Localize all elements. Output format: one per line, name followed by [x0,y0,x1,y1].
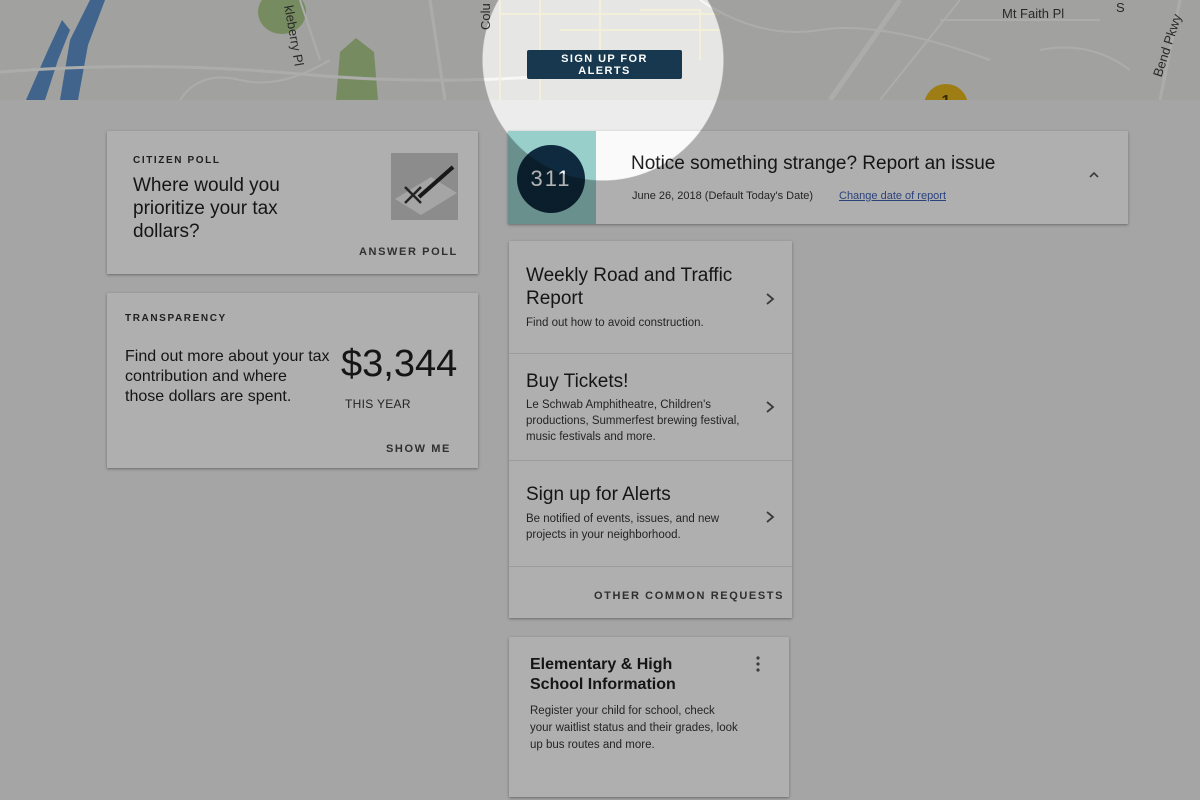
poll-overline: CITIZEN POLL [133,155,221,166]
poll-ballot-image [391,153,458,220]
answer-poll-button[interactable]: ANSWER POLL [359,246,458,258]
show-me-button[interactable]: SHOW ME [386,443,451,455]
more-vert-icon[interactable] [753,655,763,673]
transparency-description: Find out more about your tax contributio… [125,348,330,405]
service-description: Find out how to avoid construction. [526,317,704,329]
service-item-buy-tickets[interactable]: Buy Tickets! Le Schwab Amphitheatre, Chi… [509,353,792,461]
page: kleberry Pl Colu Mt Faith Pl Bend Pkwy S… [0,0,1200,800]
report-date: June 26, 2018 (Default Today's Date) [632,190,814,202]
service-title: Weekly Road and Traffic Report [526,265,733,309]
school-info-card[interactable]: Elementary & High School Information Reg… [509,637,789,797]
service-item-sign-up-alerts[interactable]: Sign up for Alerts Be notified of events… [509,460,792,567]
chevron-right-icon [766,401,775,413]
ballot-pen-icon [391,153,458,220]
badge-311: 311 [517,145,585,213]
services-card: Weekly Road and Traffic Report Find out … [509,241,792,618]
school-description: Register your child for school, check yo… [530,705,738,751]
school-title: Elementary & High School Information [530,656,676,693]
chevron-right-icon [766,293,775,305]
service-title: Sign up for Alerts [526,484,671,505]
tax-amount: $3,344 [341,343,458,385]
chevron-up-icon[interactable] [1088,169,1100,181]
service-description: Le Schwab Amphitheatre, Children's produ… [526,399,740,443]
chevron-right-icon [766,511,775,523]
tax-amount-caption: THIS YEAR [345,397,411,411]
change-date-link[interactable]: Change date of report [839,190,946,202]
street-label: Colu [478,3,493,30]
service-title: Buy Tickets! [526,371,629,392]
other-requests-button[interactable]: OTHER COMMON REQUESTS [594,590,784,602]
service-item-road-report[interactable]: Weekly Road and Traffic Report Find out … [509,241,792,354]
report-issue-card[interactable]: 311 Notice something strange? Report an … [508,131,1128,224]
service-description: Be notified of events, issues, and new p… [526,513,720,541]
street-label: S [1116,0,1125,15]
notice-title: Notice something strange? Report an issu… [631,153,996,174]
citizen-poll-card: CITIZEN POLL Where would you prioritize … [107,131,478,274]
street-label: Mt Faith Pl [1002,6,1065,21]
transparency-overline: TRANSPARENCY [125,313,227,324]
poll-question: Where would you prioritize your tax doll… [133,175,280,242]
sign-up-for-alerts-button[interactable]: SIGN UP FOR ALERTS [527,50,682,79]
transparency-card: TRANSPARENCY Find out more about your ta… [107,293,478,468]
